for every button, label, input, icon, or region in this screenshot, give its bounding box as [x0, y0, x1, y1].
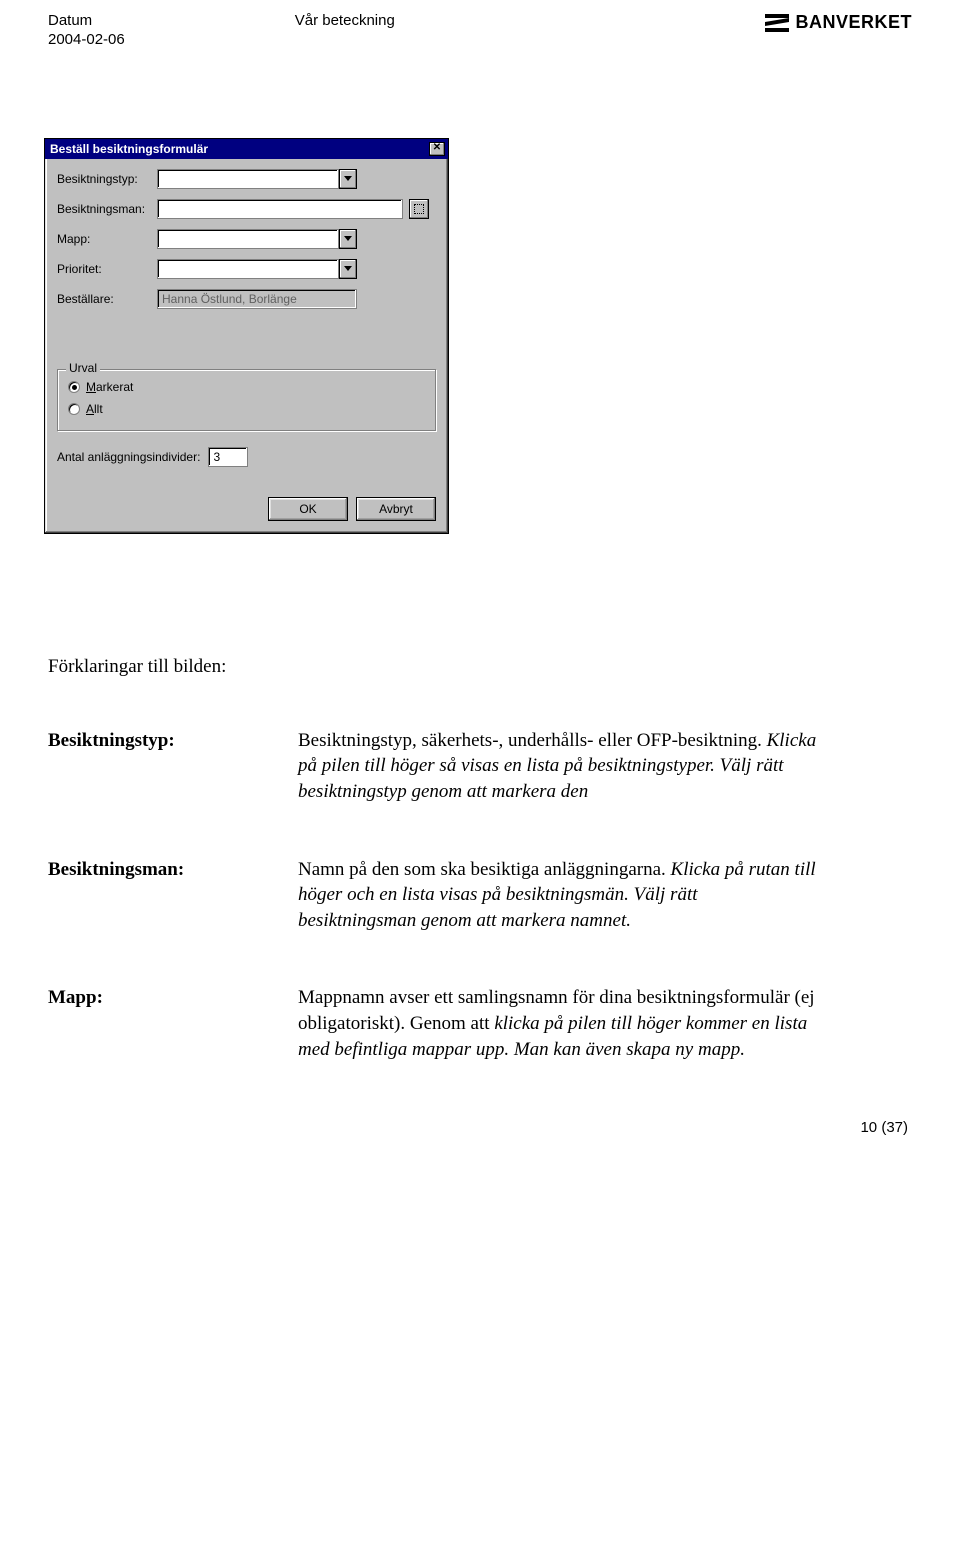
- besiktningstyp-combo[interactable]: [157, 169, 357, 189]
- besiktningstyp-input[interactable]: [157, 169, 339, 189]
- page-number: 10 (37): [860, 1119, 908, 1136]
- radio-markerat-label: Markerat: [86, 380, 133, 394]
- bestallare-value: Hanna Östlund, Borlänge: [157, 289, 357, 309]
- def-besiktningsman-term: Besiktningsman:: [48, 857, 298, 934]
- chevron-down-icon: [344, 176, 352, 182]
- count-value: 3: [208, 447, 248, 467]
- mapp-input[interactable]: [157, 229, 339, 249]
- besiktningsman-label: Besiktningsman:: [57, 202, 157, 216]
- radio-markerat-dot: [68, 381, 80, 393]
- urval-groupbox: Urval Markerat Allt: [57, 369, 436, 431]
- datum-value: 2004-02-06: [48, 31, 125, 48]
- cancel-button[interactable]: Avbryt: [356, 497, 436, 521]
- radio-markerat[interactable]: Markerat: [68, 380, 425, 394]
- explanations-heading: Förklaringar till bilden:: [48, 654, 912, 680]
- dialog-title: Beställ besiktningsformulär: [50, 142, 208, 156]
- prioritet-combo[interactable]: [157, 259, 357, 279]
- def-mapp-term: Mapp:: [48, 985, 298, 1062]
- close-button[interactable]: ✕: [429, 142, 445, 156]
- datum-label: Datum: [48, 12, 125, 29]
- mapp-combo[interactable]: [157, 229, 357, 249]
- dialog-titlebar: Beställ besiktningsformulär ✕: [45, 139, 448, 159]
- def-besiktningstyp-body: Besiktningstyp, säkerhets-, underhålls- …: [298, 728, 818, 805]
- page-header: Datum 2004-02-06 Vår beteckning BANVERKE…: [48, 12, 912, 48]
- mapp-dropdown-button[interactable]: [339, 229, 357, 249]
- banverket-logo-icon: [765, 14, 789, 32]
- def-mapp-body: Mappnamn avser ett samlingsnamn för dina…: [298, 985, 818, 1062]
- chevron-down-icon: [344, 236, 352, 242]
- besiktningsman-lookup-button[interactable]: [409, 199, 429, 219]
- urval-legend: Urval: [66, 361, 100, 375]
- prioritet-input[interactable]: [157, 259, 339, 279]
- brand-name: BANVERKET: [795, 12, 912, 33]
- close-icon: ✕: [433, 142, 441, 153]
- besiktningstyp-dropdown-button[interactable]: [339, 169, 357, 189]
- besiktningsman-input[interactable]: [157, 199, 403, 219]
- mapp-label: Mapp:: [57, 232, 157, 246]
- ok-button[interactable]: OK: [268, 497, 348, 521]
- radio-allt-label: Allt: [86, 402, 103, 416]
- count-label: Antal anläggningsindivider:: [57, 450, 200, 464]
- beteckning-label: Vår beteckning: [295, 12, 395, 48]
- def-besiktningsman-body: Namn på den som ska besiktiga anläggning…: [298, 857, 818, 934]
- def-besiktningstyp-term: Besiktningstyp:: [48, 728, 298, 805]
- lookup-icon: [414, 204, 424, 214]
- chevron-down-icon: [344, 266, 352, 272]
- besiktningstyp-label: Besiktningstyp:: [57, 172, 157, 186]
- radio-allt[interactable]: Allt: [68, 402, 425, 416]
- bestall-dialog: Beställ besiktningsformulär ✕ Besiktning…: [44, 138, 449, 534]
- prioritet-label: Prioritet:: [57, 262, 157, 276]
- brand-logo: BANVERKET: [765, 12, 912, 33]
- prioritet-dropdown-button[interactable]: [339, 259, 357, 279]
- bestallare-label: Beställare:: [57, 292, 157, 306]
- radio-allt-dot: [68, 403, 80, 415]
